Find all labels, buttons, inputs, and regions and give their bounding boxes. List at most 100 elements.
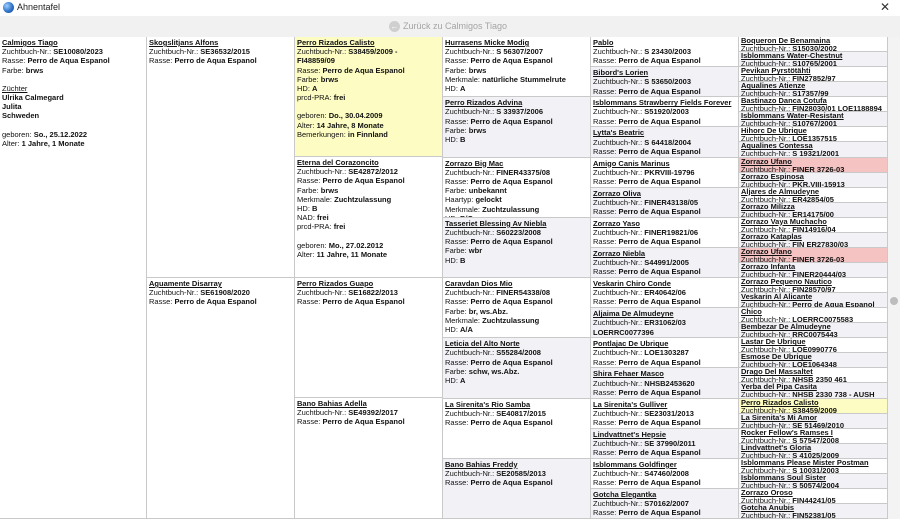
scroll-handle[interactable] [890, 297, 898, 305]
field-label: Zuchtbuch-Nr.: [741, 300, 791, 309]
field-value: LOE0990776 [792, 345, 837, 354]
field-line: Merkmale: natürliche Stummelrute [445, 75, 588, 84]
ggp-cell: Perro Rizados Advina Zuchtbuch-Nr.: S 339… [443, 97, 591, 158]
g4-name-link[interactable]: Bibord's Lorien [593, 68, 736, 77]
field-value: Zuchtzulassung [482, 315, 540, 325]
field-label: Merkmale: [445, 74, 481, 84]
ggp-name-link[interactable]: Perro Rizados Advina [445, 98, 588, 107]
field-line: Zuchtbuch-Nr.: FINER43375/08 [445, 168, 588, 177]
g4-cell: Aljaima De Almudeyne Zuchtbuch-Nr.: ER310… [591, 308, 739, 339]
g4-name-link[interactable]: Aljaima De Almudeyne [593, 309, 736, 318]
field-label: Zuchtbuch-Nr.: [741, 224, 791, 233]
g4-name-link[interactable]: Zorrazo Niebla [593, 249, 736, 258]
father-name-link[interactable]: Skogslitjans Alfons [149, 38, 292, 47]
g4-name-link[interactable]: Lytta's Beatric [593, 128, 736, 137]
ggp-name-link[interactable]: Zorrazo Big Mac [445, 159, 588, 168]
field-label: Zuchtbuch-Nr.: [593, 227, 643, 237]
ggp-name-link[interactable]: Bano Bahias Freddy [445, 460, 588, 469]
g4-name-link[interactable]: Isblommans Goldfinger [593, 460, 736, 469]
field-value: FINER54338/08 [496, 288, 551, 298]
g5-cell: Zorrazo Infanta Zuchtbuch-Nr.: FINER20444… [739, 262, 888, 278]
field-line: HD: B [445, 256, 588, 265]
g4-name-link[interactable]: Pontlajac De Ubrique [593, 339, 736, 348]
field-label: Zuchtbuch-Nr.: [741, 375, 791, 384]
field-line: Zuchtbuch-Nr.: S 57547/2008 [741, 436, 885, 443]
field-value: Perro de Aqua Espanol [618, 387, 701, 397]
field-value: Perro de Aqua Espanol [470, 357, 553, 367]
g4-name-link[interactable]: Pablo [593, 38, 736, 47]
field-value: ER31062/03 [644, 318, 686, 328]
g4-name-link[interactable]: La Sirenita's Gulliver [593, 400, 736, 409]
field-label: Rasse: [445, 176, 469, 186]
field-line: Zuchtbuch-Nr.: ER40642/06 [593, 288, 736, 297]
field-label: Rasse: [445, 237, 469, 247]
g4-name-link[interactable]: Zorrazo Oliva [593, 189, 736, 198]
g4-cell: Shira Fehaer Masco Zuchtbuch-Nr.: NHSB245… [591, 368, 739, 399]
ggp-name-link[interactable]: Caravdan Dios Mio [445, 279, 588, 288]
grandparent-fm-name-link[interactable]: Eterna del Corazoncito [297, 158, 440, 167]
field-line: Zuchtbuch-Nr.: S 53650/2003 [593, 77, 736, 86]
g5-cell: Aljares de Almudeyne Zuchtbuch-Nr.: ER428… [739, 187, 888, 203]
field-line: Rasse: Perro de Aqua Espanol [593, 478, 736, 487]
g5-cell: Gotcha Anubis Zuchtbuch-Nr.: FIN52381/05 [739, 503, 888, 519]
grandparent-ff-name-link[interactable]: Perro Rizados Calisto [297, 38, 440, 47]
field-value: Perro de Aqua Espanol [618, 176, 701, 186]
field-label: HD: [445, 84, 458, 94]
field-label: Zuchtbuch-Nr.: [741, 164, 791, 173]
g4-name-link[interactable]: Shira Fehaer Masco [593, 369, 736, 378]
field-line: Zuchtbuch-Nr.: SE20585/2013 [445, 469, 588, 478]
proband-alter: 1 Jahre, 1 Monate [21, 138, 85, 148]
field-value: S 33937/2006 [496, 107, 543, 117]
g4-name-link[interactable]: Lindvattnet's Hepsie [593, 430, 736, 439]
grandparent-mm-name-link[interactable]: Bano Bahias Adella [297, 399, 440, 408]
field-line: Haartyp: gelockt [445, 195, 588, 204]
mother-name-link[interactable]: Aguamente Disarray [149, 279, 292, 288]
field-label: Zuchtbuch-Nr.: [593, 167, 643, 177]
close-button[interactable]: ✕ [880, 0, 890, 14]
g5-cell: Yerba del Pipa Casita Zuchtbuch-Nr.: NHSB… [739, 383, 888, 399]
ggp-name-link[interactable]: Leticia del Alto Norte [445, 339, 588, 348]
proband-name-link[interactable]: Calmigos Tiago [2, 38, 144, 47]
g5-cell: Rocker Fellow's Ramses I Zuchtbuch-Nr.: S… [739, 428, 888, 444]
field-line: Zuchtbuch-Nr.: S51920/2003 [593, 107, 736, 116]
ggp-name-link[interactable]: La Sirenita's Rio Samba [445, 400, 588, 409]
ggp-name-link[interactable]: Tasseriet Blessing Av Niebla [445, 219, 588, 228]
g4-name-link[interactable]: Isblommans Strawberry Fields Forever [593, 98, 736, 107]
vertical-scrollbar[interactable] [888, 37, 900, 519]
g4-name-link[interactable]: Zorrazo Yaso [593, 219, 736, 228]
field-label: Zuchtbuch-Nr.: [593, 77, 643, 87]
field-value: S60223/2008 [496, 227, 541, 237]
field-line: Zuchtbuch-Nr.: FINER19821/06 [593, 228, 736, 237]
field-line: Zuchtbuch-Nr.: S 33937/2006 [445, 107, 588, 116]
field-label: Rasse: [593, 146, 617, 156]
field-line: Zuchtbuch-Nr.: NHSB 2330 738 - AUSH [741, 391, 885, 398]
g4-name-link[interactable]: Gotcha Elegantka [593, 490, 736, 499]
field-line: Zuchtbuch-Nr.: S 56307/2007 [445, 47, 588, 56]
g4-name-link[interactable]: Veskarin Chiro Conde [593, 279, 736, 288]
field-label: Zuchtbuch-Nr.: [741, 405, 791, 414]
field-value: S 53650/2003 [644, 77, 691, 87]
field-value: S 19321/2001 [792, 149, 839, 158]
field-value: FIN27852/97 [792, 74, 836, 83]
app-globe-icon [3, 2, 14, 13]
field-line: Zuchtbuch-Nr.: PKR.VIII-15913 [741, 180, 885, 187]
field-line: Zuchtbuch-Nr.: S38459/2009 [741, 405, 885, 414]
field-label: Zuchtbuch-Nr.: [741, 330, 791, 339]
field-label: Zuchtbuch-Nr.: [741, 239, 791, 248]
field-label: Zuchtbuch-Nr.: [593, 107, 643, 117]
field-value: SE40817/2015 [496, 408, 546, 418]
grandparent-mf-name-link[interactable]: Perro Rizados Guapo [297, 279, 440, 288]
back-to-proband-button[interactable]: ← Zurück zu Calmigos Tiago [389, 19, 507, 33]
g4-cell: Zorrazo Yaso Zuchtbuch-Nr.: FINER19821/06… [591, 217, 739, 248]
field-line: Zuchtbuch-Nr.: S60223/2008 [445, 228, 588, 237]
field-value: S 23430/2003 [644, 47, 691, 57]
field-value: Perro de Aqua Espanol [618, 448, 701, 458]
field-label: Zuchtbuch-Nr.: [741, 74, 791, 83]
ggp-name-link[interactable]: Hurrasens Micke Modig [445, 38, 588, 47]
field-label: Rasse: [593, 207, 617, 217]
field-line: Rasse: Perro de Aqua Espanol [593, 177, 736, 186]
g5-cell: Lindvattnet's Gloria Zuchtbuch-Nr.: S 410… [739, 443, 888, 459]
g4-name-link[interactable]: Amigo Canis Marinus [593, 159, 736, 168]
field-value: NHSB 2350 461 [792, 375, 847, 384]
field-line: Farbe: schw, ws.Abz. [445, 367, 588, 376]
